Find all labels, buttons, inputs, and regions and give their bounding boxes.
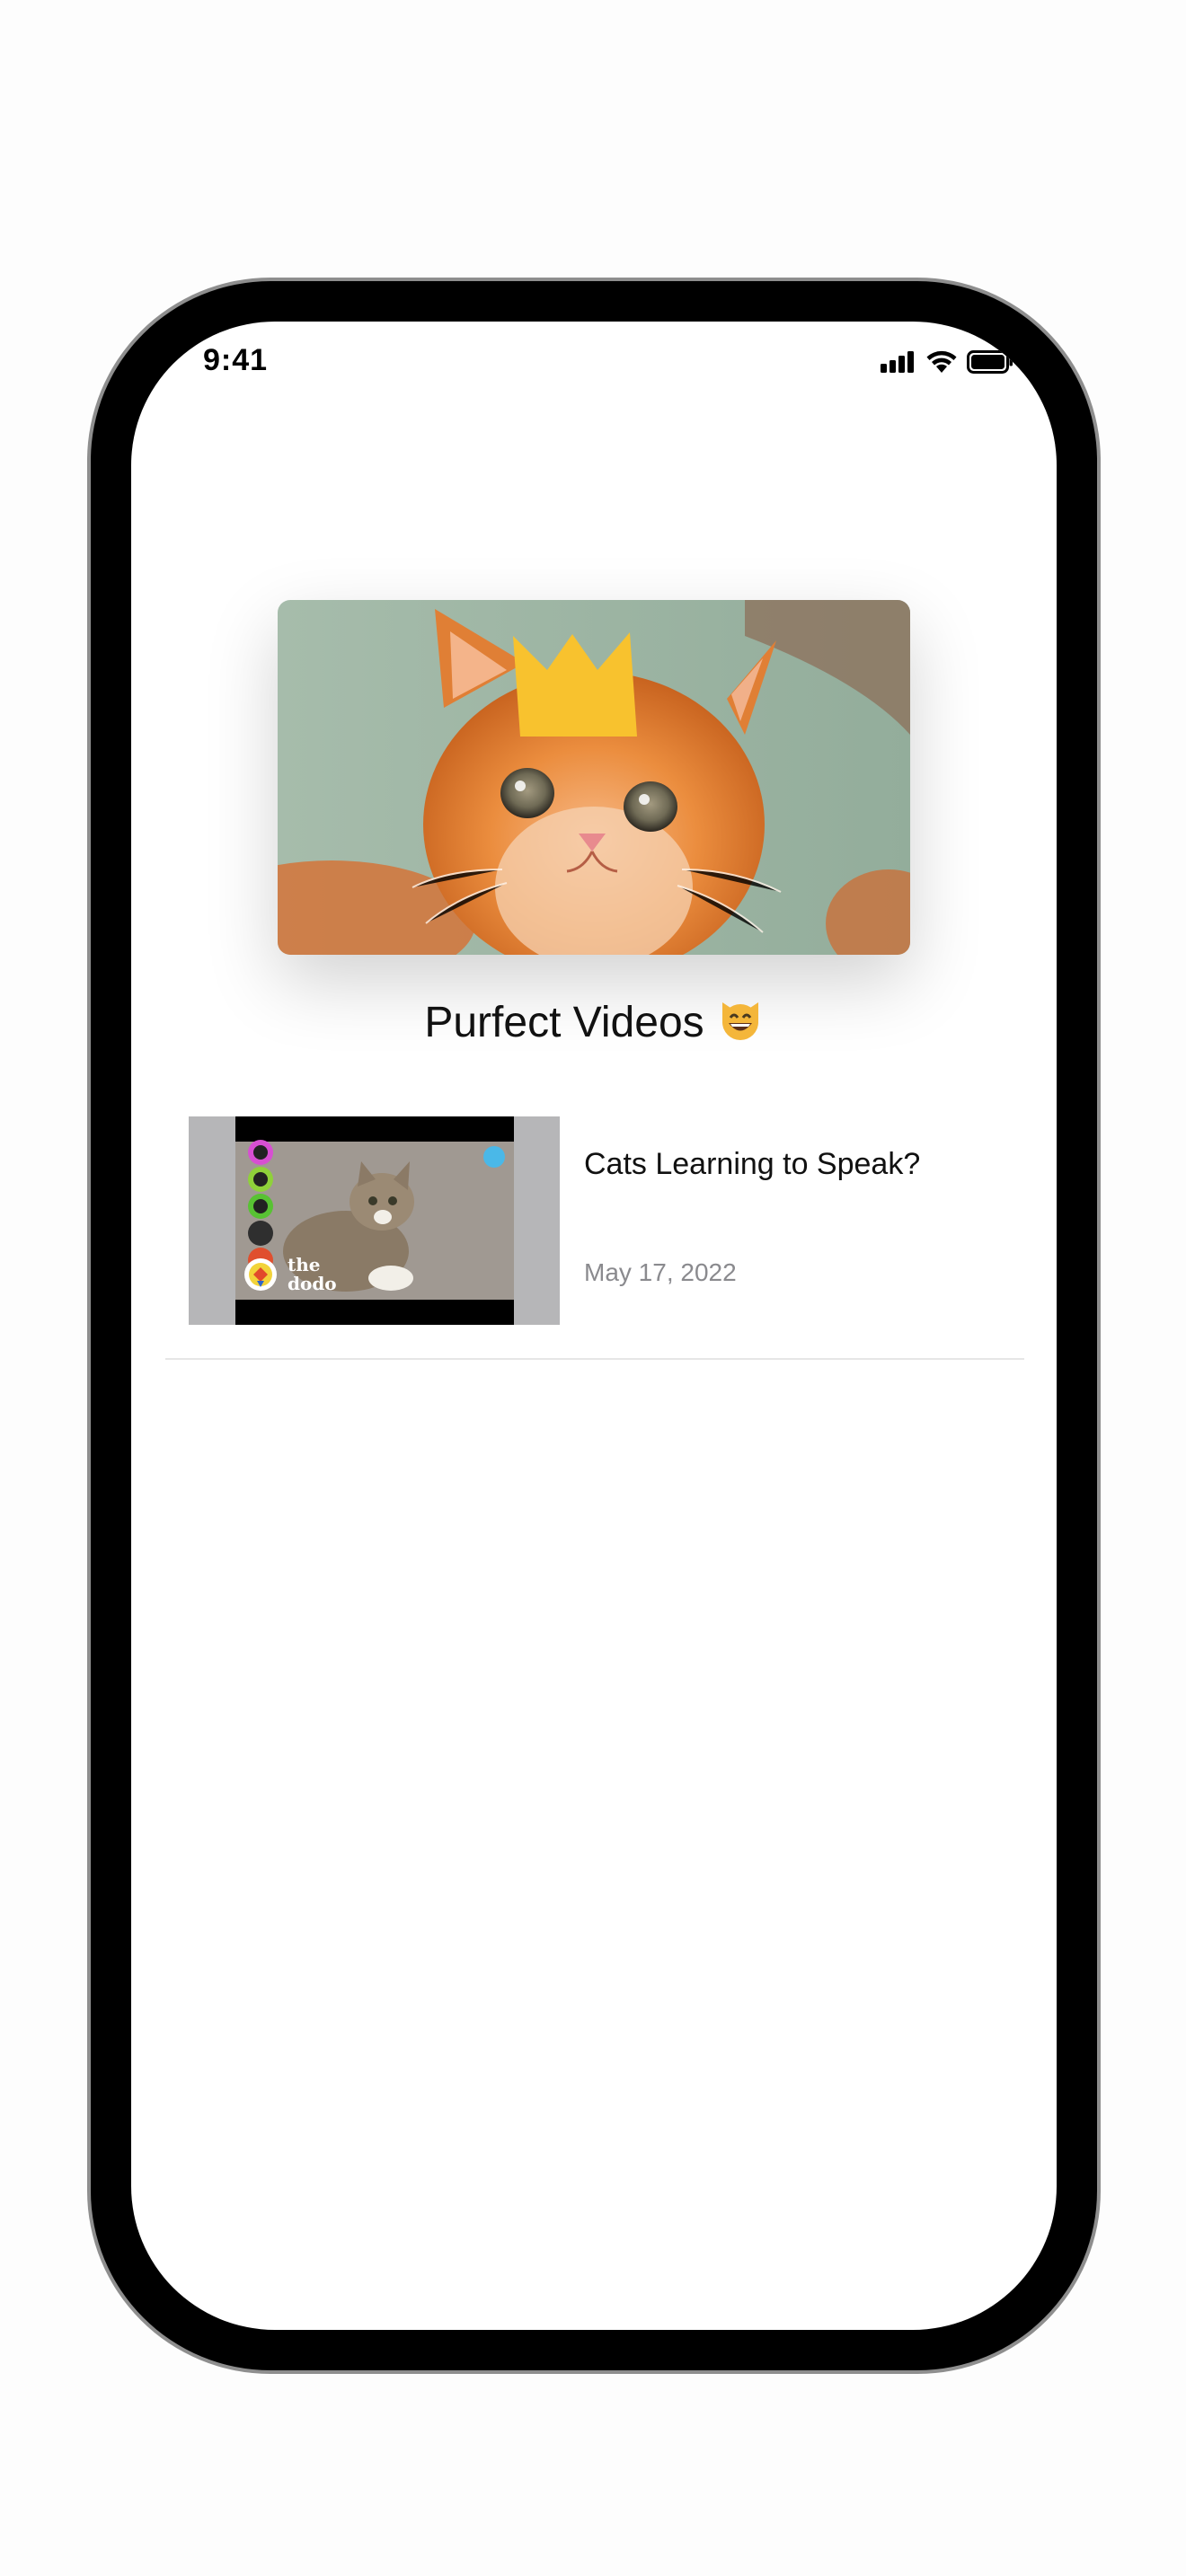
video-list-item[interactable]: the dodo Cats Learning to Speak? May 17,… bbox=[189, 1116, 999, 1325]
svg-text:dodo: dodo bbox=[288, 1273, 337, 1294]
video-date: May 17, 2022 bbox=[584, 1258, 737, 1286]
video-title: Cats Learning to Speak? bbox=[584, 1147, 921, 1181]
status-time: 9:41 bbox=[203, 343, 269, 377]
battery-icon bbox=[967, 350, 1013, 374]
status-bar: 9:41 bbox=[131, 322, 1057, 420]
cellular-signal-icon bbox=[881, 351, 916, 373]
phone-frame: 9:41 Purfect Videos the dodo Cats Learni… bbox=[91, 281, 1097, 2370]
grinning-cat-emoji bbox=[717, 995, 764, 1053]
wifi-icon bbox=[925, 350, 958, 374]
hero-image bbox=[278, 600, 910, 955]
page-title-text: Purfect Videos bbox=[424, 999, 704, 1046]
app-screen: 9:41 Purfect Videos the dodo Cats Learni… bbox=[131, 322, 1057, 2330]
page-title: Purfect Videos bbox=[131, 995, 1057, 1053]
video-thumbnail[interactable]: the dodo bbox=[189, 1116, 560, 1325]
list-divider bbox=[165, 1358, 1024, 1360]
status-icons bbox=[881, 350, 1013, 374]
